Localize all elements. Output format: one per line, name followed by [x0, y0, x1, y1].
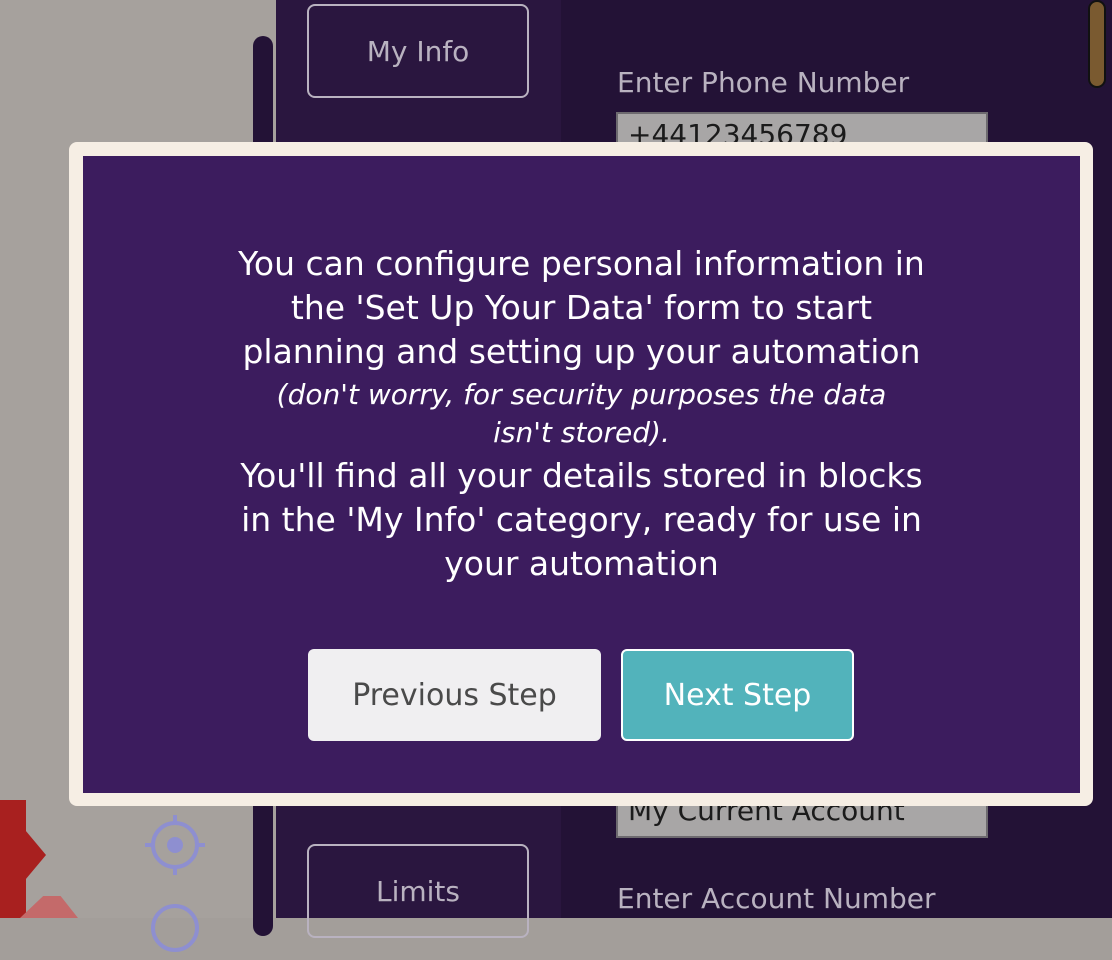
next-step-button[interactable]: Next Step — [621, 649, 854, 741]
modal-info-text: You'll find all your details stored in b… — [240, 456, 923, 583]
previous-step-button[interactable]: Previous Step — [308, 649, 601, 741]
red-arrow-shape — [0, 800, 46, 910]
modal-body: You can configure personal information i… — [83, 242, 1080, 586]
target-icon[interactable] — [143, 813, 207, 877]
modal-security-note: (don't worry, for security purposes the … — [276, 378, 887, 449]
category-limits-button[interactable]: Limits — [307, 844, 529, 938]
phone-number-label: Enter Phone Number — [617, 66, 910, 99]
category-my-info-button[interactable]: My Info — [307, 4, 529, 98]
account-number-label: Enter Account Number — [617, 882, 936, 915]
panel-scrollbar-thumb[interactable] — [1088, 0, 1106, 88]
modal-intro-text: You can configure personal information i… — [238, 244, 925, 371]
zoom-icon[interactable] — [143, 896, 207, 960]
